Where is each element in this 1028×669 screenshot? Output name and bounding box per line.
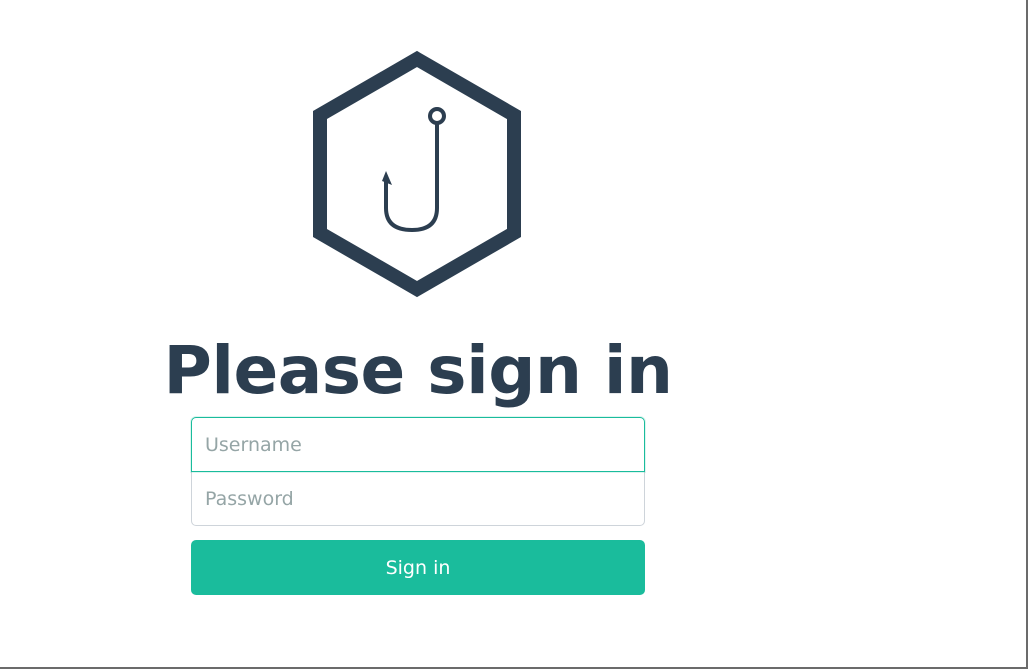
username-input[interactable]: [191, 417, 645, 472]
password-input[interactable]: [191, 472, 645, 526]
sign-in-form: Sign in: [191, 417, 645, 595]
sign-in-button[interactable]: Sign in: [191, 540, 645, 595]
page-title: Please sign in: [163, 332, 673, 409]
logo: [306, 48, 528, 300]
fishing-hook-hexagon-icon: [313, 50, 521, 298]
